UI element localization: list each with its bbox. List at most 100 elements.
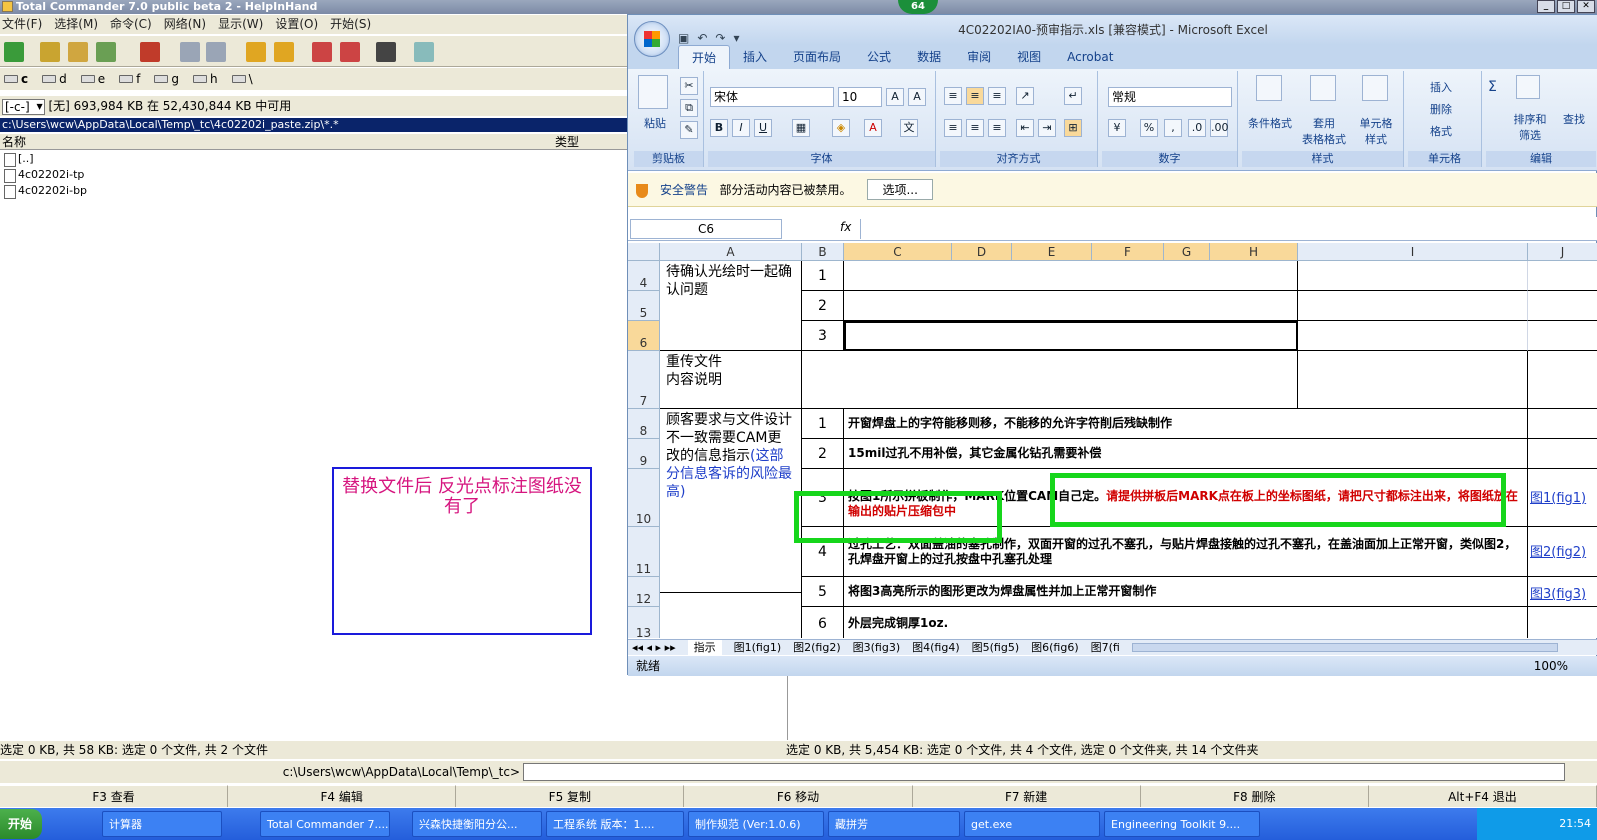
cell-c5[interactable] [844, 291, 1298, 321]
maximize-button[interactable]: □ [1557, 0, 1575, 13]
wrap-text-icon[interactable]: ↵ [1064, 87, 1082, 105]
align-right-icon[interactable]: ≡ [988, 119, 1006, 137]
forward-icon[interactable] [206, 42, 226, 62]
orientation-icon[interactable]: ↗ [1016, 87, 1034, 105]
currency-icon[interactable]: ¥ [1108, 119, 1126, 137]
fill-color-icon[interactable]: ◈ [832, 119, 850, 137]
f4-edit-button[interactable]: F4 编辑 [228, 785, 457, 807]
cell-i7[interactable] [1298, 351, 1528, 409]
start-button[interactable]: 开始 [0, 809, 43, 839]
star-icon[interactable] [140, 42, 160, 62]
link-fig1[interactable]: 图1(fig1) [1528, 469, 1597, 527]
row-header[interactable]: 4 [628, 261, 660, 291]
comma-icon[interactable]: , [1164, 119, 1182, 137]
office-button[interactable] [634, 21, 670, 57]
link-fig3[interactable]: 图3(fig3) [1528, 577, 1597, 607]
menu-select[interactable]: 选择(M) [54, 15, 98, 34]
cell-j[interactable] [1528, 607, 1597, 638]
sheet-tab[interactable]: 图3(fig3) [853, 640, 901, 655]
detail-view-icon[interactable] [68, 42, 88, 62]
drive-network[interactable]: \ [231, 68, 253, 90]
cell-number[interactable]: 2 [802, 291, 844, 321]
align-center-icon[interactable]: ≡ [966, 119, 984, 137]
col-type[interactable]: 类型 [555, 134, 579, 150]
format-cells-button[interactable]: 格式 [1430, 123, 1452, 139]
number-format-box[interactable]: 常规 [1108, 87, 1232, 107]
bold-icon[interactable]: B [710, 119, 728, 137]
taskbar-item[interactable]: Engineering Toolkit 9.... [1104, 811, 1261, 837]
merge-center-icon[interactable]: ⊞ [1064, 119, 1082, 137]
minimize-button[interactable]: _ [1537, 0, 1555, 13]
col-name[interactable]: 名称 [2, 134, 26, 150]
brief-view-icon[interactable] [40, 42, 60, 62]
conditional-format-button[interactable]: 条件格式 [1244, 115, 1296, 131]
tab-page-layout[interactable]: 页面布局 [780, 45, 854, 69]
paste-button[interactable]: 粘贴 [644, 115, 666, 131]
column-header[interactable]: E [1012, 243, 1092, 261]
cell-req-9[interactable]: 15mil过孔不用补偿，其它金属化钻孔需要补偿 [844, 439, 1528, 469]
sheet-tab[interactable]: 图7(fi [1091, 640, 1120, 655]
f6-move-button[interactable]: F6 移动 [684, 785, 913, 807]
command-input[interactable] [523, 763, 1565, 781]
sheet-tab[interactable]: 图4(fig4) [912, 640, 960, 655]
options-button[interactable]: 选项... [867, 179, 933, 200]
file-item-parent[interactable]: [..] [0, 151, 640, 167]
font-color-icon[interactable]: A [864, 119, 882, 137]
conditional-format-icon[interactable] [1256, 75, 1282, 101]
horizontal-scrollbar[interactable] [1131, 643, 1558, 652]
row-header[interactable]: 11 [628, 527, 660, 577]
increase-decimal-icon[interactable]: .0 [1188, 119, 1206, 137]
drive-e[interactable]: e [80, 68, 105, 90]
align-left-icon[interactable]: ≡ [944, 119, 962, 137]
taskbar-item[interactable]: 制作规范 (Ver:1.0.6) [688, 811, 825, 837]
unpack-icon[interactable] [274, 42, 294, 62]
close-button[interactable]: ✕ [1577, 0, 1595, 13]
cell-styles-button[interactable]: 单元格 样式 [1350, 115, 1402, 147]
menu-network[interactable]: 网络(N) [164, 15, 206, 34]
drive-h[interactable]: h [193, 68, 218, 90]
f5-copy-button[interactable]: F5 复制 [456, 785, 685, 807]
tab-home[interactable]: 开始 [678, 45, 731, 69]
notepad-icon[interactable] [414, 42, 434, 62]
sort-filter-icon[interactable] [1516, 75, 1540, 99]
drive-g[interactable]: g [154, 68, 179, 90]
cell-i4[interactable] [1298, 261, 1528, 291]
menu-start[interactable]: 开始(S) [330, 15, 371, 34]
grow-font-icon[interactable]: A [886, 88, 904, 106]
align-middle-icon[interactable]: ≡ [966, 87, 984, 105]
column-header[interactable]: D [952, 243, 1012, 261]
shrink-font-icon[interactable]: A [908, 88, 926, 106]
underline-icon[interactable]: U [754, 119, 772, 137]
cell-a13[interactable] [660, 593, 802, 638]
cell-j[interactable] [1528, 351, 1597, 409]
format-painter-icon[interactable]: ✎ [680, 121, 698, 139]
row-header[interactable]: 10 [628, 469, 660, 527]
cell-b7-merged[interactable] [802, 351, 1298, 409]
taskbar-item[interactable]: 藏拼芳 [828, 811, 961, 837]
cell-c4[interactable] [844, 261, 1298, 291]
cell-number[interactable]: 5 [802, 577, 844, 607]
cell-req-12[interactable]: 将图3高亮所示的图形更改为焊盘属性并加上正常开窗制作 [844, 577, 1528, 607]
tab-view[interactable]: 视图 [1004, 45, 1054, 69]
row-header[interactable]: 13 [628, 607, 660, 638]
row-header[interactable]: 12 [628, 577, 660, 607]
cell-number[interactable]: 6 [802, 607, 844, 638]
cell-a8[interactable]: 顾客要求与文件设计不一致需要CAM更改的信息指示(这部分信息客诉的风险最高) [660, 409, 802, 593]
decrease-decimal-icon[interactable]: .00 [1210, 119, 1229, 137]
font-name-box[interactable]: 宋体 [710, 87, 834, 107]
border-icon[interactable]: ▦ [792, 119, 810, 137]
cell-a7[interactable]: 重传文件 内容说明 [660, 351, 802, 409]
menu-command[interactable]: 命令(C) [110, 15, 152, 34]
cell-req-8[interactable]: 开窗焊盘上的字符能移则移，不能移的允许字符削后残缺制作 [844, 409, 1528, 439]
fx-icon[interactable]: fx [840, 220, 851, 234]
tab-formulas[interactable]: 公式 [854, 45, 904, 69]
back-icon[interactable] [180, 42, 200, 62]
tab-data[interactable]: 数据 [904, 45, 954, 69]
find-select-button[interactable]: 查找 [1556, 111, 1592, 127]
column-header[interactable]: I [1298, 243, 1528, 261]
column-header[interactable]: C [844, 243, 952, 261]
link-fig2[interactable]: 图2(fig2) [1528, 527, 1597, 577]
sheet-tab[interactable]: 图6(fig6) [1031, 640, 1079, 655]
paste-icon[interactable] [638, 75, 668, 109]
increase-indent-icon[interactable]: ⇥ [1038, 119, 1056, 137]
